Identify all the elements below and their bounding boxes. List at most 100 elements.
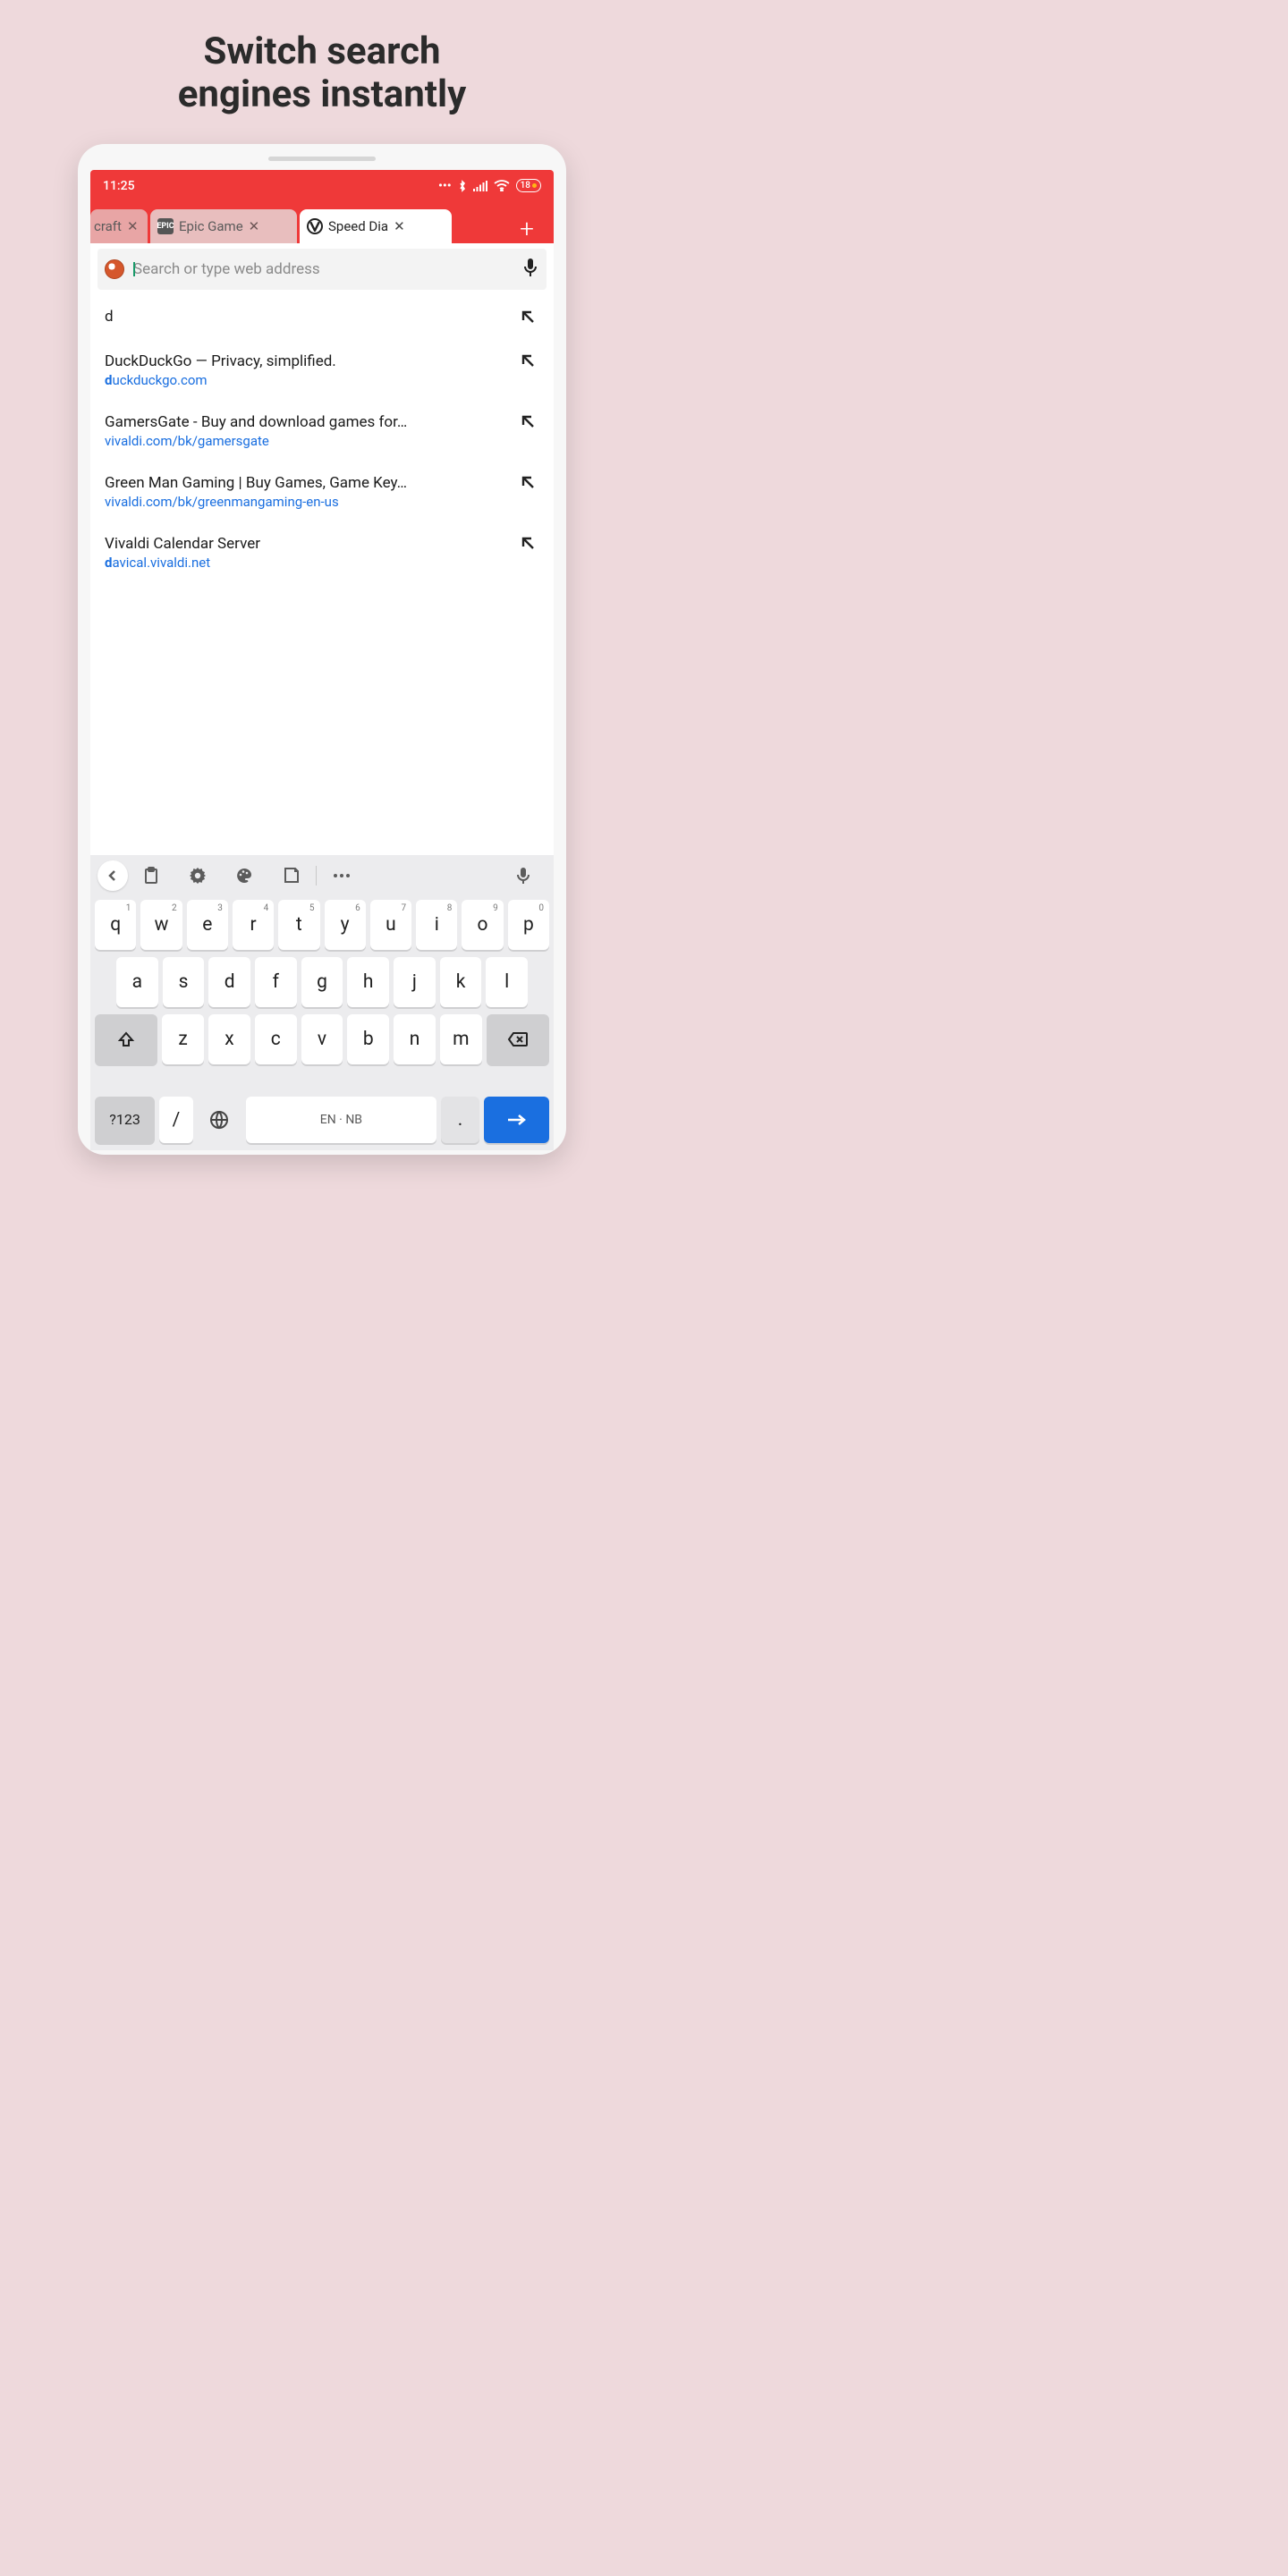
keyboard-rows: q1 w2 e3 r4 t5 y6 u7 i8 o9 p0 a s d f g (90, 896, 554, 1097)
keyboard-row-2: a s d f g h j k l (95, 957, 549, 1007)
close-icon[interactable]: ✕ (249, 218, 260, 234)
key-v[interactable]: v (301, 1014, 343, 1064)
vivaldi-icon (307, 218, 323, 234)
key-b[interactable]: b (347, 1014, 389, 1064)
status-time: 11:25 (103, 179, 135, 193)
omnibox-row: Search or type web address (90, 243, 554, 292)
suggestion-list: d DuckDuckGo — Privacy, simplified. duck… (90, 292, 554, 855)
insert-arrow-icon[interactable] (516, 535, 539, 551)
key-s[interactable]: s (163, 957, 205, 1007)
more-icon: ••• (438, 179, 452, 193)
more-icon[interactable] (318, 873, 365, 878)
tab-strip: craft ✕ EPIC Epic Game ✕ Speed Dia ✕ + (90, 202, 554, 243)
on-screen-keyboard: q1 w2 e3 r4 t5 y6 u7 i8 o9 p0 a s d f g (90, 855, 554, 1150)
phone-speaker (268, 157, 376, 161)
key-j[interactable]: j (394, 957, 436, 1007)
address-placeholder: Search or type web address (133, 260, 320, 278)
text-cursor (133, 262, 135, 276)
key-r[interactable]: r4 (233, 900, 274, 950)
backspace-key[interactable] (487, 1014, 549, 1064)
key-t[interactable]: t5 (278, 900, 319, 950)
key-i[interactable]: i8 (416, 900, 457, 950)
suggestion-item[interactable]: Green Man Gaming | Buy Games, Game Key… … (90, 462, 554, 522)
shift-key[interactable] (95, 1014, 157, 1064)
wifi-icon (494, 180, 510, 191)
suggestion-item[interactable]: Vivaldi Calendar Server davical.vivaldi.… (90, 522, 554, 583)
key-x[interactable]: x (208, 1014, 250, 1064)
key-q[interactable]: q1 (95, 900, 136, 950)
phone-frame: 11:25 ••• 18 craft ✕ EPIC Epic Game ✕ (78, 144, 566, 1155)
marketing-headline: Switch search engines instantly (0, 0, 644, 117)
keyboard-row-3: z x c v b n m (95, 1014, 549, 1064)
insert-arrow-icon[interactable] (516, 413, 539, 429)
key-n[interactable]: n (394, 1014, 436, 1064)
address-bar[interactable]: Search or type web address (97, 249, 547, 290)
gear-icon[interactable] (174, 867, 221, 885)
phone-screen: 11:25 ••• 18 craft ✕ EPIC Epic Game ✕ (90, 170, 554, 1150)
clipboard-icon[interactable] (128, 867, 174, 885)
key-z[interactable]: z (162, 1014, 204, 1064)
globe-key[interactable] (198, 1097, 242, 1143)
close-icon[interactable]: ✕ (394, 218, 405, 234)
key-k[interactable]: k (440, 957, 482, 1007)
key-c[interactable]: c (255, 1014, 297, 1064)
suggestion-item[interactable]: DuckDuckGo — Privacy, simplified. duckdu… (90, 340, 554, 401)
symbols-key[interactable]: ?123 (95, 1097, 155, 1143)
key-u[interactable]: u7 (370, 900, 411, 950)
slash-key[interactable]: / (159, 1097, 193, 1143)
suggestion-url: vivaldi.com/bk/greenmangaming-en-us (105, 494, 516, 510)
browser-tab-2-active[interactable]: Speed Dia ✕ (300, 209, 452, 243)
browser-tab-1[interactable]: EPIC Epic Game ✕ (150, 209, 297, 243)
key-o[interactable]: o9 (462, 900, 503, 950)
key-l[interactable]: l (486, 957, 528, 1007)
keyboard-mic-icon[interactable] (500, 867, 547, 885)
keyboard-row-4: ?123 / EN · NB . (90, 1097, 554, 1150)
status-bar: 11:25 ••• 18 (90, 170, 554, 202)
cellular-icon (473, 181, 487, 191)
suggestion-url: duckduckgo.com (105, 372, 516, 388)
address-input[interactable]: Search or type web address (133, 260, 513, 278)
key-e[interactable]: e3 (187, 900, 228, 950)
suggestion-url: davical.vivaldi.net (105, 555, 516, 571)
tab-label: Speed Dia (328, 218, 388, 234)
key-y[interactable]: y6 (325, 900, 366, 950)
separator (316, 866, 317, 886)
suggestion-title: Vivaldi Calendar Server (105, 535, 516, 553)
key-m[interactable]: m (440, 1014, 482, 1064)
suggestion-query[interactable]: d (90, 293, 554, 340)
key-d[interactable]: d (208, 957, 250, 1007)
suggestion-text: d (105, 308, 516, 326)
tab-label: craft (94, 218, 122, 234)
tab-label: Epic Game (179, 218, 243, 234)
new-tab-button[interactable]: + (504, 214, 549, 243)
sticker-icon[interactable] (267, 867, 314, 884)
key-g[interactable]: g (301, 957, 343, 1007)
insert-arrow-icon[interactable] (516, 309, 539, 325)
headline-line1: Switch search (0, 30, 644, 73)
keyboard-row-1: q1 w2 e3 r4 t5 y6 u7 i8 o9 p0 (95, 900, 549, 950)
battery-indicator: 18 (516, 179, 541, 192)
epic-icon: EPIC (157, 218, 174, 234)
suggestion-title: DuckDuckGo — Privacy, simplified. (105, 352, 516, 370)
status-icons: ••• 18 (438, 179, 541, 193)
palette-icon[interactable] (221, 867, 267, 885)
close-icon[interactable]: ✕ (127, 218, 139, 234)
enter-key[interactable] (484, 1097, 549, 1143)
key-f[interactable]: f (255, 957, 297, 1007)
keyboard-toolbar (90, 855, 554, 896)
key-a[interactable]: a (116, 957, 158, 1007)
key-p[interactable]: p0 (508, 900, 549, 950)
suggestion-url: vivaldi.com/bk/gamersgate (105, 433, 516, 449)
space-key[interactable]: EN · NB (246, 1097, 436, 1143)
insert-arrow-icon[interactable] (516, 352, 539, 369)
chevron-left-icon[interactable] (97, 860, 128, 891)
suggestion-item[interactable]: GamersGate - Buy and download games for…… (90, 401, 554, 462)
period-key[interactable]: . (441, 1097, 479, 1143)
browser-tab-0[interactable]: craft ✕ (90, 209, 148, 243)
insert-arrow-icon[interactable] (516, 474, 539, 490)
key-w[interactable]: w2 (140, 900, 182, 950)
key-h[interactable]: h (347, 957, 389, 1007)
mic-icon[interactable] (521, 258, 539, 281)
bluetooth-icon (458, 180, 467, 192)
search-engine-icon[interactable] (105, 259, 124, 279)
